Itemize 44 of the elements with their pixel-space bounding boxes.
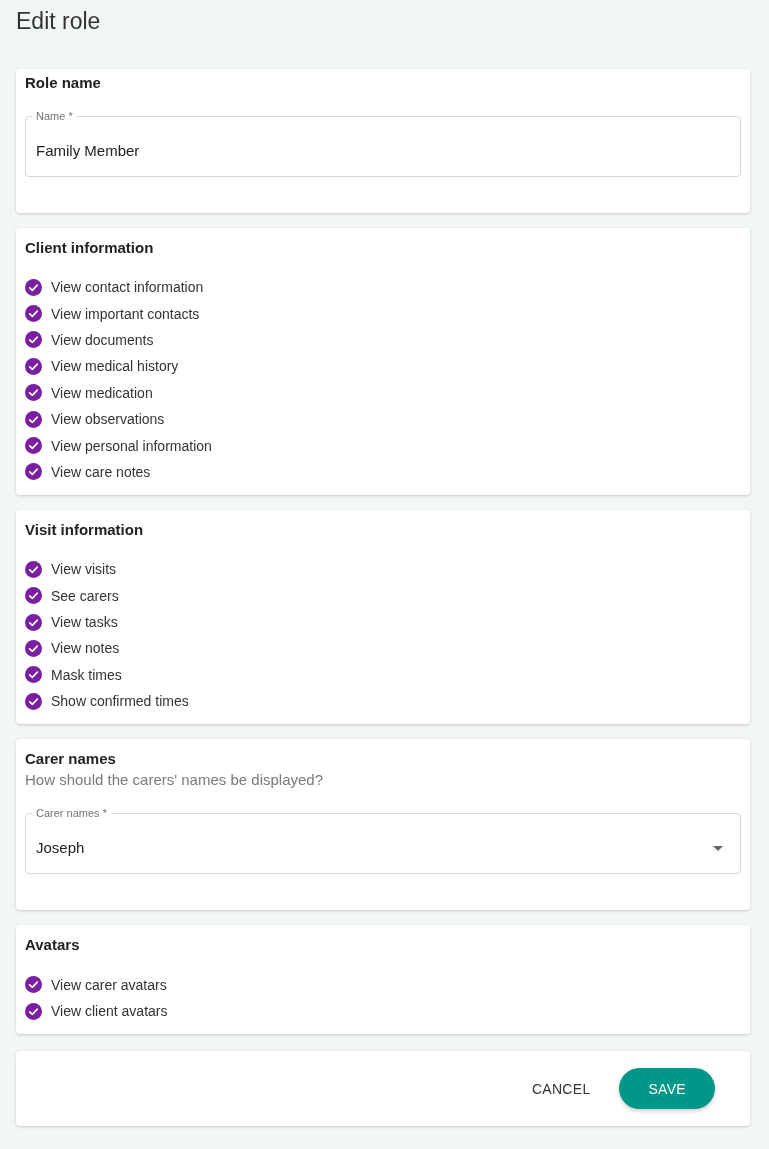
- cancel-button[interactable]: CANCEL: [523, 1072, 599, 1105]
- checkbox-label: Mask times: [51, 666, 122, 683]
- check-circle-icon[interactable]: [25, 560, 42, 578]
- check-circle-icon[interactable]: [25, 976, 42, 994]
- save-button[interactable]: SAVE: [619, 1068, 715, 1110]
- check-circle-icon[interactable]: [25, 463, 42, 481]
- check-circle-icon[interactable]: [25, 1002, 42, 1020]
- section-title: Avatars: [25, 935, 81, 956]
- checkbox-label: See carers: [51, 587, 119, 604]
- check-circle-icon[interactable]: [25, 437, 42, 455]
- check-circle-icon[interactable]: [25, 331, 42, 349]
- checkbox-label: View observations: [51, 411, 165, 428]
- checkbox-label: View notes: [51, 640, 120, 657]
- checkbox-label: View carer avatars: [51, 976, 167, 993]
- section-title: Carer names: [25, 749, 117, 770]
- section-title: Visit information: [25, 520, 145, 541]
- check-circle-icon[interactable]: [25, 278, 42, 296]
- checkbox-label: View care notes: [51, 463, 151, 480]
- section-subtitle: How should the carers' names be displayed?: [25, 770, 325, 791]
- checkbox-label: View medication: [51, 384, 153, 401]
- check-circle-icon[interactable]: [25, 613, 42, 631]
- checkbox-label: View contact information: [51, 279, 204, 296]
- checkbox-label: View documents: [51, 331, 154, 348]
- checkbox-label: Show confirmed times: [51, 693, 189, 710]
- text-field[interactable]: Name * Family Member: [25, 109, 741, 177]
- check-circle-icon[interactable]: [25, 410, 42, 428]
- caret-icon: [713, 845, 723, 851]
- check-circle-icon[interactable]: [25, 357, 42, 375]
- section-title: Role name: [25, 73, 102, 93]
- check-circle-icon[interactable]: [25, 305, 42, 323]
- checkbox-label: View client avatars: [51, 1003, 168, 1020]
- checkbox-label: View medical history: [51, 358, 179, 375]
- checkbox-label: View personal information: [51, 437, 212, 454]
- check-circle-icon[interactable]: [25, 692, 42, 710]
- section-title: Client information: [25, 238, 155, 258]
- page-title: Edit role: [16, 7, 102, 36]
- checkbox-label: View tasks: [51, 614, 118, 631]
- check-circle-icon[interactable]: [25, 587, 42, 605]
- checkbox-label: View important contacts: [51, 305, 200, 322]
- check-circle-icon[interactable]: [25, 666, 42, 684]
- check-circle-icon[interactable]: [25, 640, 42, 657]
- checkbox-label: View visits: [51, 561, 117, 578]
- check-circle-icon[interactable]: [25, 384, 42, 402]
- select-field[interactable]: Carer names * Joseph: [25, 806, 741, 875]
